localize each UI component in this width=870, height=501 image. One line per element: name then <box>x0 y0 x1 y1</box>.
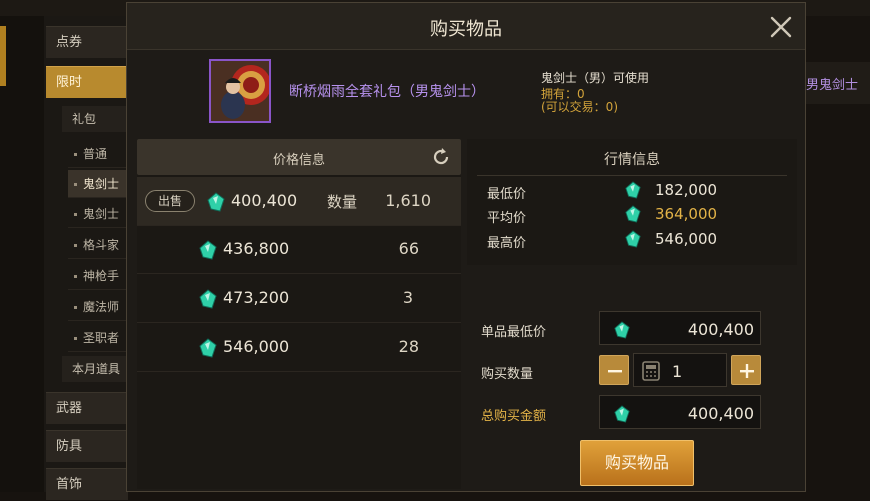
price-row[interactable]: 546,000 28 <box>137 323 461 372</box>
price-info-header: 价格信息 <box>137 139 461 175</box>
gem-currency-icon <box>625 230 641 252</box>
gem-currency-icon <box>207 192 225 216</box>
item-name: 断桥烟雨全套礼包（男鬼剑士） <box>289 84 485 100</box>
menu-item-normal[interactable]: 普通 <box>68 140 128 168</box>
menu-item-slayer-2[interactable]: 鬼剑士 <box>68 200 128 228</box>
unit-price-label: 单品最低价 <box>481 325 547 340</box>
quantity-label: 数量 <box>327 193 358 211</box>
unit-price-field: 400,400 <box>599 311 761 345</box>
quantity-value: 28 <box>398 337 419 356</box>
price-info-title: 价格信息 <box>272 153 325 168</box>
menu-item-slayer[interactable]: 鬼剑士 <box>68 170 128 198</box>
gem-currency-icon <box>199 289 217 313</box>
quantity-value: 1 <box>672 362 683 381</box>
quantity-input[interactable]: 1 <box>633 353 727 387</box>
price-value: 400,400 <box>231 191 298 210</box>
gem-currency-icon <box>625 205 641 227</box>
menu-item-mage[interactable]: 魔法师 <box>68 293 128 321</box>
gem-currency-icon <box>199 240 217 264</box>
price-row[interactable]: 出售 400,400 数量 1,610 <box>137 177 461 226</box>
total-price-value: 400,400 <box>687 404 754 423</box>
menu-category-weapon[interactable]: 武器 <box>46 392 128 424</box>
quantity-field-label: 购买数量 <box>481 367 534 382</box>
close-icon[interactable] <box>769 15 793 39</box>
market-info-title: 行情信息 <box>604 152 660 168</box>
menu-item-fighter[interactable]: 格斗家 <box>68 231 128 259</box>
price-value: 473,200 <box>223 288 290 307</box>
price-row[interactable]: 436,800 66 <box>137 225 461 274</box>
dialog-title: 购买物品 <box>430 19 502 40</box>
unit-price-value: 400,400 <box>687 320 754 339</box>
divider <box>477 175 787 176</box>
market-info-panel: 行情信息 最低价 182,000 平均价 364,000 最高价 546,000 <box>467 139 797 265</box>
menu-category-accessory[interactable]: 首饰 <box>46 468 128 500</box>
quantity-value: 3 <box>402 288 413 307</box>
increase-quantity-button[interactable] <box>731 355 761 385</box>
avg-price-label: 平均价 <box>487 211 527 226</box>
menu-subcategory-package[interactable]: 礼包 <box>62 106 128 132</box>
item-usable-by: 鬼剑士（男）可使用 <box>541 71 650 85</box>
quantity-value: 66 <box>398 239 419 258</box>
gem-currency-icon <box>614 321 630 343</box>
gem-currency-icon <box>199 338 217 362</box>
menu-item-priest[interactable]: 圣职者 <box>68 324 128 352</box>
sell-button[interactable]: 出售 <box>145 190 195 212</box>
price-value: 436,800 <box>223 239 290 258</box>
buy-item-button[interactable]: 购买物品 <box>580 440 694 486</box>
calculator-icon[interactable] <box>642 361 660 385</box>
menu-category-limited[interactable]: 限时 <box>46 66 128 98</box>
gem-currency-icon <box>625 181 641 203</box>
purchase-dialog: 购买物品 断桥烟雨全套礼包（男鬼剑士） 鬼剑士（男）可使用 拥有：0 (可以交易… <box>126 2 806 492</box>
avg-price-value: 364,000 <box>655 205 718 223</box>
menu-item-gunner[interactable]: 神枪手 <box>68 262 128 290</box>
gem-currency-icon <box>614 405 630 427</box>
quantity-value: 1,610 <box>385 191 431 210</box>
menu-category-armor[interactable]: 防具 <box>46 430 128 462</box>
total-price-field: 400,400 <box>599 395 761 429</box>
price-info-panel: 价格信息 出售 400,400 数量 1,610 436,800 66 473,… <box>137 139 461 489</box>
decrease-quantity-button[interactable] <box>599 355 629 385</box>
dialog-header: 购买物品 <box>127 3 805 50</box>
max-price-value: 546,000 <box>655 230 718 248</box>
price-row[interactable]: 473,200 3 <box>137 274 461 323</box>
total-price-label: 总购买金额 <box>481 409 547 424</box>
min-price-label: 最低价 <box>487 187 527 202</box>
background-item-text: 男鬼剑士 <box>806 78 859 93</box>
menu-category-coupon[interactable]: 点券 <box>46 26 128 58</box>
menu-subcategory-monthly[interactable]: 本月道具 <box>62 356 128 382</box>
max-price-label: 最高价 <box>487 236 527 251</box>
min-price-value: 182,000 <box>655 181 718 199</box>
refresh-icon[interactable] <box>431 147 451 167</box>
item-thumbnail-icon <box>209 59 271 123</box>
item-tradable-count: (可以交易：0) <box>541 100 618 114</box>
price-value: 546,000 <box>223 337 290 356</box>
